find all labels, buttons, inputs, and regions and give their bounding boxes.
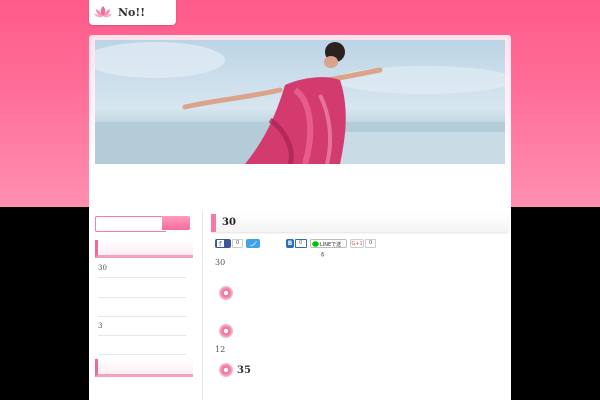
gplus-label: G+1 — [351, 241, 363, 247]
section-heading: 35 — [237, 365, 251, 376]
sidebar-item-1[interactable]: 30 — [98, 261, 186, 278]
column-divider — [202, 211, 203, 400]
line-share-label: LINEで送る — [320, 242, 342, 258]
sidebar: 30 3 — [89, 207, 200, 400]
site-logo-link[interactable]: No!! — [89, 0, 176, 25]
hatena-bookmark-button[interactable]: B — [286, 239, 294, 248]
twitter-icon — [249, 241, 257, 246]
main-content: 30 f 0 B 0 LINEで送る G+1 0 30 12 35 — [211, 207, 511, 400]
hatena-count: 0 — [295, 239, 307, 248]
sidebar-item-2[interactable] — [98, 281, 186, 298]
hero-photo — [95, 42, 505, 164]
hero-image — [95, 40, 505, 164]
line-share-button[interactable]: LINEで送る — [310, 239, 347, 258]
sidebar-item-4[interactable]: 3 — [98, 319, 186, 336]
facebook-share-button[interactable]: f — [215, 239, 231, 249]
hatena-icon: B — [287, 240, 293, 247]
twitter-share-button[interactable] — [246, 239, 260, 248]
facebook-count: 0 — [232, 239, 244, 248]
paragraph-2: 12 — [215, 345, 226, 354]
gplus-button[interactable]: G+1 — [350, 239, 364, 248]
post-title-text: 30 — [222, 217, 236, 228]
lotus-icon — [94, 6, 112, 18]
search-button[interactable] — [162, 216, 190, 230]
post-title: 30 — [211, 214, 508, 232]
facebook-icon: f — [217, 240, 224, 249]
search-input[interactable] — [95, 216, 166, 232]
gplus-count: 0 — [365, 239, 377, 248]
widget-title-2 — [95, 359, 193, 377]
sidebar-item-3[interactable] — [98, 300, 186, 317]
heading-bullet-icon — [220, 364, 232, 376]
content-area: 30 3 30 f 0 B 0 LINEで送る G+1 0 30 12 35 — [89, 207, 511, 400]
bullet-icon — [220, 325, 232, 337]
bullet-icon — [220, 287, 232, 299]
widget-title-1 — [95, 240, 193, 258]
line-icon — [312, 241, 319, 247]
sidebar-item-5[interactable] — [98, 338, 186, 355]
site-title: No!! — [118, 6, 146, 19]
paragraph-1: 30 — [215, 258, 226, 267]
hero-frame — [89, 35, 511, 207]
